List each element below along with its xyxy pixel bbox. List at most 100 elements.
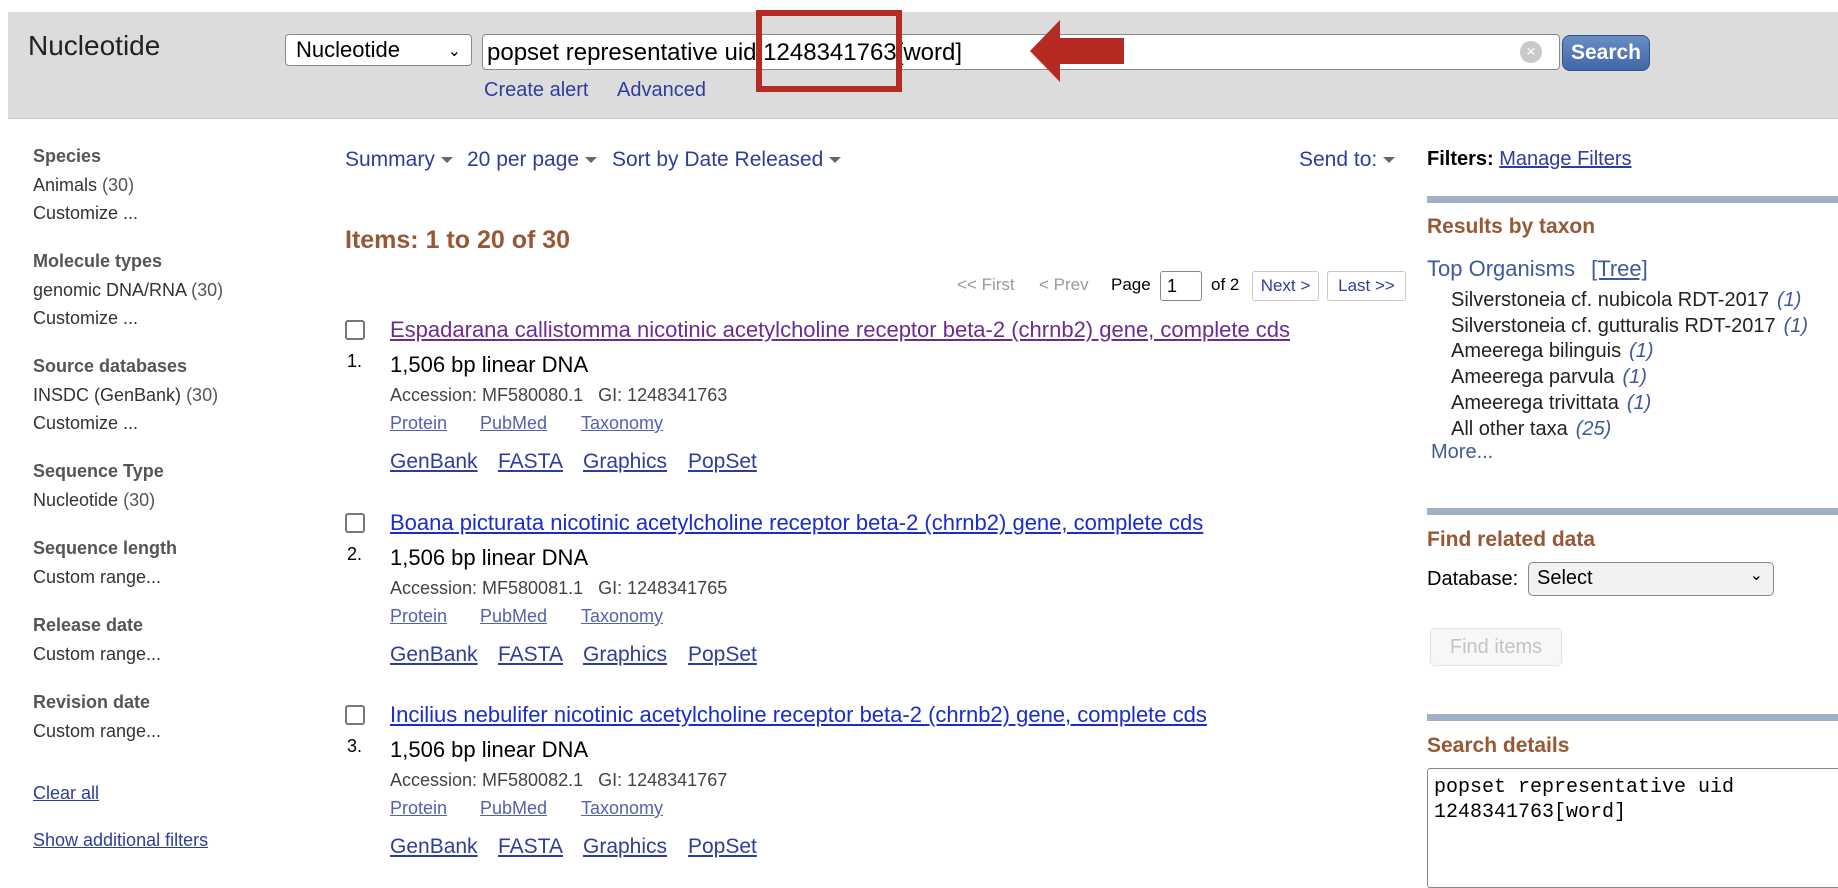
more-taxa-link[interactable]: More... [1431, 441, 1493, 464]
filter-count: (30) [123, 490, 156, 510]
find-items-button[interactable]: Find items [1430, 628, 1562, 666]
sort-menu[interactable]: Sort by Date Released [612, 148, 842, 172]
result-accession: Accession: MF580080.1 GI: 1248341763 [390, 385, 728, 405]
taxon-item[interactable]: All other taxa (25) [1451, 418, 1611, 441]
per-page-menu[interactable]: 20 per page [467, 148, 598, 172]
chevron-down-icon: ⌄ [447, 43, 461, 60]
taxon-name: Ameerega parvula [1451, 366, 1615, 389]
taxon-count: (1) [1626, 391, 1652, 414]
species-customize-link[interactable]: Customize ... [33, 203, 138, 224]
clear-icon[interactable]: × [1520, 41, 1542, 63]
database-select-value: Nucleotide [296, 37, 400, 62]
summary-format-menu[interactable]: Summary [345, 148, 453, 172]
find-related-data-heading: Find related data [1427, 528, 1596, 551]
search-input[interactable]: popset representative uid 1248341763[wor… [482, 34, 1560, 70]
result-graphics-link[interactable]: Graphics [583, 835, 667, 859]
advanced-search-link[interactable]: Advanced [617, 79, 706, 102]
search-button[interactable]: Search [1562, 35, 1650, 71]
result-description: 1,506 bp linear DNA [390, 352, 589, 377]
taxon-item[interactable]: Ameerega parvula (1) [1451, 366, 1647, 389]
result-genbank-link[interactable]: GenBank [390, 835, 478, 859]
taxon-item[interactable]: Silverstoneia cf. nubicola RDT-2017 (1) [1451, 289, 1801, 312]
result-popset-link[interactable]: PopSet [688, 450, 757, 474]
result-title-link[interactable]: Espadarana callistomma nicotinic acetylc… [390, 317, 1290, 343]
results-by-taxon-heading: Results by taxon [1427, 215, 1596, 238]
taxon-item[interactable]: Ameerega bilinguis (1) [1451, 340, 1654, 363]
taxon-item[interactable]: Ameerega trivittata (1) [1451, 392, 1651, 415]
revision-date-heading: Revision date [33, 692, 151, 712]
related-database-select[interactable]: Select ⌄ [1528, 562, 1774, 596]
per-page-label: 20 per page [467, 148, 580, 171]
result-taxonomy-link[interactable]: Taxonomy [581, 606, 663, 627]
items-count-heading: Items: 1 to 20 of 30 [345, 226, 571, 254]
divider [1427, 714, 1838, 721]
result-pubmed-link[interactable]: PubMed [480, 606, 547, 627]
result-title-link[interactable]: Incilius nebulifer nicotinic acetylcholi… [390, 702, 1207, 728]
filter-label: Animals [33, 175, 98, 195]
sort-label: Sort by Date Released [612, 148, 824, 171]
species-heading: Species [33, 146, 102, 166]
highlight-box [756, 10, 902, 92]
result-checkbox[interactable] [345, 705, 365, 725]
show-additional-filters-link[interactable]: Show additional filters [33, 830, 208, 851]
result-fasta-link[interactable]: FASTA [498, 643, 563, 667]
revision-date-custom-range[interactable]: Custom range... [33, 721, 161, 742]
taxon-count: (25) [1575, 417, 1612, 440]
source-customize-link[interactable]: Customize ... [33, 413, 138, 434]
sequence-length-custom-range[interactable]: Custom range... [33, 567, 161, 588]
taxon-count: (1) [1622, 366, 1647, 389]
result-title-link[interactable]: Boana picturata nicotinic acetylcholine … [390, 510, 1203, 536]
taxon-count: (1) [1783, 314, 1809, 337]
result-popset-link[interactable]: PopSet [688, 835, 757, 859]
result-genbank-link[interactable]: GenBank [390, 643, 478, 667]
release-date-heading: Release date [33, 615, 144, 635]
result-genbank-link[interactable]: GenBank [390, 450, 478, 474]
pager-next-button[interactable]: Next > [1252, 271, 1319, 301]
clear-all-link[interactable]: Clear all [33, 783, 99, 804]
result-protein-link[interactable]: Protein [390, 606, 447, 627]
result-protein-link[interactable]: Protein [390, 413, 447, 434]
send-to-menu[interactable]: Send to: [1299, 148, 1396, 172]
result-graphics-link[interactable]: Graphics [583, 450, 667, 474]
molecule-customize-link[interactable]: Customize ... [33, 308, 138, 329]
create-alert-link[interactable]: Create alert [484, 79, 589, 102]
result-pubmed-link[interactable]: PubMed [480, 413, 547, 434]
taxon-name: Silverstoneia cf. gutturalis RDT-2017 [1451, 314, 1776, 337]
sequence-type-nucleotide-filter[interactable]: Nucleotide (30) [33, 490, 155, 511]
result-description: 1,506 bp linear DNA [390, 737, 589, 762]
search-details-textarea[interactable]: popset representative uid 1248341763[wor… [1427, 768, 1838, 888]
molecule-genomic-filter[interactable]: genomic DNA/RNA (30) [33, 280, 223, 301]
divider [1427, 508, 1838, 515]
caret-icon [1383, 157, 1396, 164]
filter-label: Nucleotide [33, 490, 119, 510]
caret-icon [829, 157, 842, 164]
result-accession: Accession: MF580081.1 GI: 1248341765 [390, 578, 728, 598]
result-number: 2. [347, 544, 363, 564]
result-pubmed-link[interactable]: PubMed [480, 798, 547, 819]
database-select[interactable]: Nucleotide ⌄ [285, 34, 472, 66]
result-fasta-link[interactable]: FASTA [498, 835, 563, 859]
result-taxonomy-link[interactable]: Taxonomy [581, 413, 663, 434]
result-taxonomy-link[interactable]: Taxonomy [581, 798, 663, 819]
manage-filters-link[interactable]: Manage Filters [1499, 148, 1631, 170]
filter-count: (30) [191, 280, 224, 300]
filter-count: (30) [102, 175, 135, 195]
pager-last-button[interactable]: Last >> [1327, 271, 1406, 301]
result-checkbox[interactable] [345, 320, 365, 340]
species-animals-filter[interactable]: Animals (30) [33, 175, 134, 196]
page-number-input[interactable] [1160, 271, 1202, 301]
result-popset-link[interactable]: PopSet [688, 643, 757, 667]
taxon-count: (1) [1629, 340, 1654, 363]
result-accession: Accession: MF580082.1 GI: 1248341767 [390, 770, 728, 790]
sequence-type-heading: Sequence Type [33, 461, 164, 481]
taxon-item[interactable]: Silverstoneia cf. gutturalis RDT-2017 (1) [1451, 315, 1808, 338]
result-protein-link[interactable]: Protein [390, 798, 447, 819]
database-label: Database: [1427, 568, 1519, 590]
result-fasta-link[interactable]: FASTA [498, 450, 563, 474]
result-checkbox[interactable] [345, 513, 365, 533]
release-date-custom-range[interactable]: Custom range... [33, 644, 161, 665]
result-graphics-link[interactable]: Graphics [583, 643, 667, 667]
source-insdc-filter[interactable]: INSDC (GenBank) (30) [33, 385, 218, 406]
chevron-down-icon: ⌄ [1749, 567, 1763, 584]
taxonomy-tree-link[interactable]: [Tree] [1591, 256, 1648, 281]
